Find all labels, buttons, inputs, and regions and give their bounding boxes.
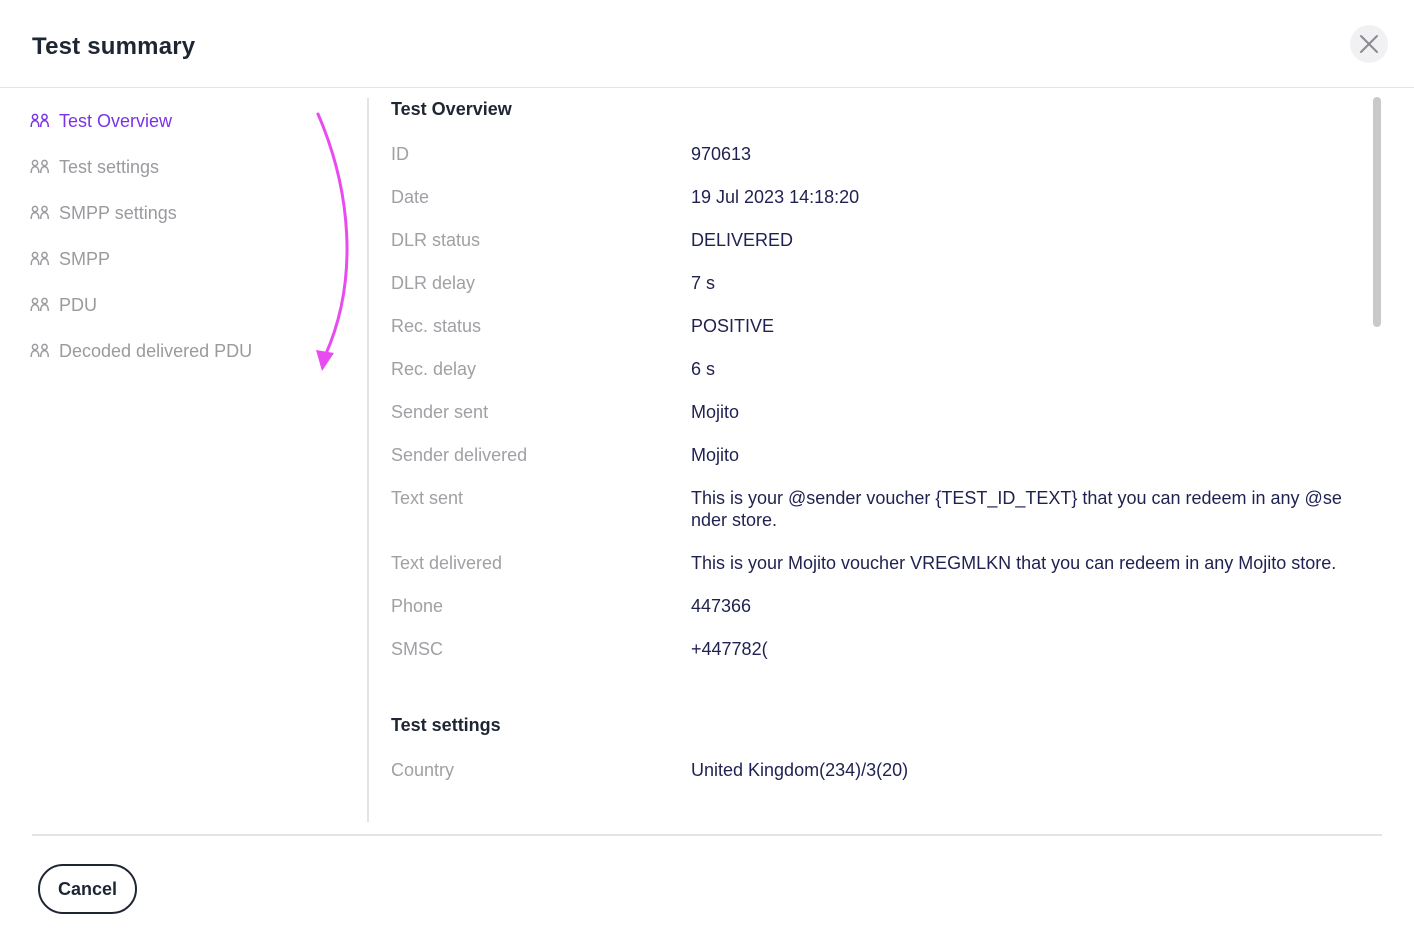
detail-value: 6 s	[691, 359, 716, 379]
detail-row-text-delivered: Text delivered This is your Mojito vouch…	[391, 552, 1361, 574]
summary-content[interactable]: Test Overview ID 970613 Date 19 Jul 2023…	[391, 96, 1361, 816]
content-divider	[367, 98, 369, 822]
detail-value: 447366	[691, 596, 752, 616]
detail-value: This is your Mojito voucher VREGMLKN tha…	[691, 553, 1337, 573]
sidebar-item-label: SMPP settings	[59, 202, 177, 223]
detail-label: DLR status	[391, 230, 481, 250]
users-icon	[30, 157, 50, 177]
sidebar-item-label: Decoded delivered PDU	[59, 340, 253, 361]
content-scrollbar[interactable]	[1373, 97, 1381, 327]
detail-label: Phone	[391, 596, 444, 616]
detail-row-rec-status: Rec. status POSITIVE	[391, 315, 1361, 337]
detail-row-sender-sent: Sender sent Mojito	[391, 401, 1361, 423]
detail-row-phone: Phone 447366	[391, 595, 1361, 617]
detail-value: This is your @sender voucher {TEST_ID_TE…	[691, 488, 1342, 530]
detail-label: ID	[391, 144, 409, 164]
detail-label: DLR delay	[391, 273, 476, 293]
detail-label: Sender sent	[391, 402, 489, 422]
detail-label: Sender delivered	[391, 445, 528, 465]
close-button[interactable]	[1350, 25, 1388, 63]
detail-value: Mojito	[691, 445, 740, 465]
detail-value: 19 Jul 2023 14:18:20	[691, 187, 860, 207]
cancel-button[interactable]: Cancel	[38, 864, 137, 914]
close-icon	[1360, 35, 1378, 53]
detail-row-rec-delay: Rec. delay 6 s	[391, 358, 1361, 380]
detail-value: 970613	[691, 144, 752, 164]
detail-label: Text delivered	[391, 553, 503, 573]
dialog-header: Test summary	[0, 0, 1414, 88]
section-title-test-settings: Test settings	[391, 715, 501, 735]
detail-row-dlr-delay: DLR delay 7 s	[391, 272, 1361, 294]
sidebar-item-label: PDU	[59, 294, 98, 315]
detail-value: +447782(	[691, 639, 768, 659]
dialog-title: Test summary	[32, 33, 196, 60]
detail-row-dlr-status: DLR status DELIVERED	[391, 229, 1361, 251]
detail-label: Text sent	[391, 488, 464, 508]
users-icon	[30, 295, 50, 315]
detail-row-smsc: SMSC +447782(	[391, 638, 1361, 660]
detail-row-sender-delivered: Sender delivered Mojito	[391, 444, 1361, 466]
users-icon	[30, 203, 50, 223]
detail-row-country: Country United Kingdom(234)/3(20)	[391, 759, 1361, 781]
detail-label: SMSC	[391, 639, 444, 659]
section-title-test-overview: Test Overview	[391, 99, 512, 119]
detail-row-id: ID 970613	[391, 143, 1361, 165]
detail-label: Rec. delay	[391, 359, 477, 379]
users-icon	[30, 249, 50, 269]
detail-value: 7 s	[691, 273, 716, 293]
sidebar-item-label: Test Overview	[59, 110, 173, 131]
detail-label: Country	[391, 760, 455, 780]
footer-divider	[32, 834, 1382, 836]
detail-row-text-sent: Text sent This is your @sender voucher {…	[391, 487, 1361, 531]
detail-value: POSITIVE	[691, 316, 775, 336]
detail-value: DELIVERED	[691, 230, 794, 250]
detail-value: Mojito	[691, 402, 740, 422]
detail-label: Date	[391, 187, 430, 207]
detail-value: United Kingdom(234)/3(20)	[691, 760, 909, 780]
detail-row-date: Date 19 Jul 2023 14:18:20	[391, 186, 1361, 208]
users-icon	[30, 341, 50, 361]
sidebar-item-label: Test settings	[59, 156, 160, 177]
annotation-arrow-icon	[316, 112, 349, 371]
detail-label: Rec. status	[391, 316, 482, 336]
users-icon	[30, 111, 50, 131]
sidebar-item-label: SMPP	[59, 248, 111, 269]
